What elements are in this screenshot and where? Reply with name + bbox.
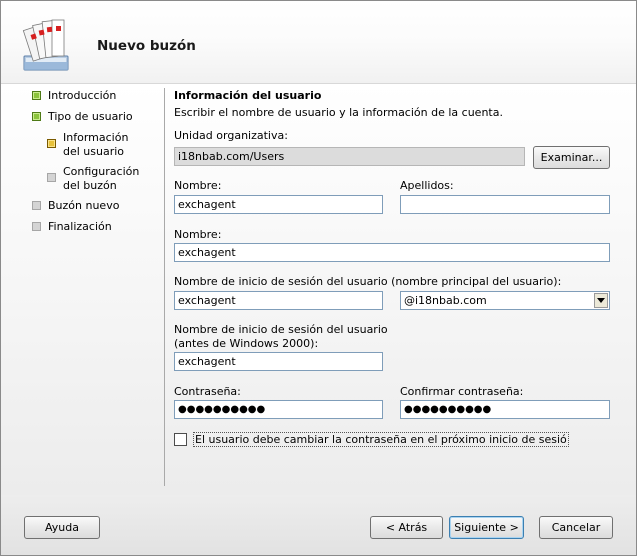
- step-pending-icon: [47, 173, 56, 182]
- upn-label: Nombre de inicio de sesión del usuario (…: [174, 275, 562, 288]
- nav-item-tipo-usuario: Tipo de usuario: [32, 110, 133, 124]
- nav-divider: [164, 88, 165, 486]
- step-current-icon: [47, 139, 56, 148]
- prew2k-label-line1: Nombre de inicio de sesión del usuario: [174, 323, 388, 336]
- nav-item-finalizacion: Finalización: [32, 220, 112, 234]
- browse-button[interactable]: Examinar...: [533, 146, 610, 169]
- upn-domain-select[interactable]: @i18nbab.com: [400, 291, 610, 310]
- last-name-label: Apellidos:: [400, 179, 454, 192]
- must-change-password-checkbox[interactable]: [174, 433, 187, 446]
- nav-item-label: Tipo de usuario: [48, 110, 133, 123]
- nav-item-label: Configuración del buzón: [63, 165, 140, 192]
- nav-item-label: Buzón nuevo: [48, 199, 120, 212]
- window-title: Nuevo buzón: [97, 38, 196, 54]
- step-pending-icon: [32, 201, 41, 210]
- step-pending-icon: [32, 222, 41, 231]
- step-done-icon: [32, 112, 41, 121]
- back-button[interactable]: < Atrás: [370, 516, 443, 539]
- chevron-down-icon[interactable]: [594, 293, 608, 308]
- section-description: Escribir el nombre de usuario y la infor…: [174, 106, 503, 119]
- section-title: Información del usuario: [174, 89, 322, 102]
- upn-domain-value: @i18nbab.com: [404, 294, 487, 307]
- must-change-password-label[interactable]: El usuario debe cambiar la contraseña en…: [193, 432, 569, 447]
- mailbox-wizard-icon: [22, 19, 69, 71]
- cancel-button[interactable]: Cancelar: [539, 516, 613, 539]
- next-button[interactable]: Siguiente >: [449, 516, 524, 539]
- ou-label: Unidad organizativa:: [174, 129, 288, 142]
- name-label: Nombre:: [174, 228, 222, 241]
- help-button[interactable]: Ayuda: [24, 516, 100, 539]
- nav-item-configuracion-buzon: Configuración del buzón: [47, 165, 157, 193]
- name-input[interactable]: exchagent: [174, 243, 610, 262]
- nav-item-informacion-usuario: Información del usuario: [47, 131, 147, 159]
- first-name-label: Nombre:: [174, 179, 222, 192]
- password-label: Contraseña:: [174, 385, 241, 398]
- last-name-input[interactable]: [400, 195, 610, 214]
- step-done-icon: [32, 91, 41, 100]
- nav-item-buzon-nuevo: Buzón nuevo: [32, 199, 119, 213]
- ou-field[interactable]: i18nbab.com/Users: [174, 147, 525, 166]
- first-name-input[interactable]: exchagent: [174, 195, 383, 214]
- nav-item-introduccion: Introducción: [32, 89, 116, 103]
- nav-item-label: Información del usuario: [63, 131, 129, 158]
- prew2k-input[interactable]: exchagent: [174, 352, 383, 371]
- nav-item-label: Introducción: [48, 89, 117, 102]
- confirm-password-label: Confirmar contraseña:: [400, 385, 524, 398]
- prew2k-label-line2: (antes de Windows 2000):: [174, 337, 319, 350]
- password-input[interactable]: ●●●●●●●●●●: [174, 400, 383, 419]
- upn-input[interactable]: exchagent: [174, 291, 383, 310]
- confirm-password-input[interactable]: ●●●●●●●●●●: [400, 400, 610, 419]
- nav-item-label: Finalización: [48, 220, 112, 233]
